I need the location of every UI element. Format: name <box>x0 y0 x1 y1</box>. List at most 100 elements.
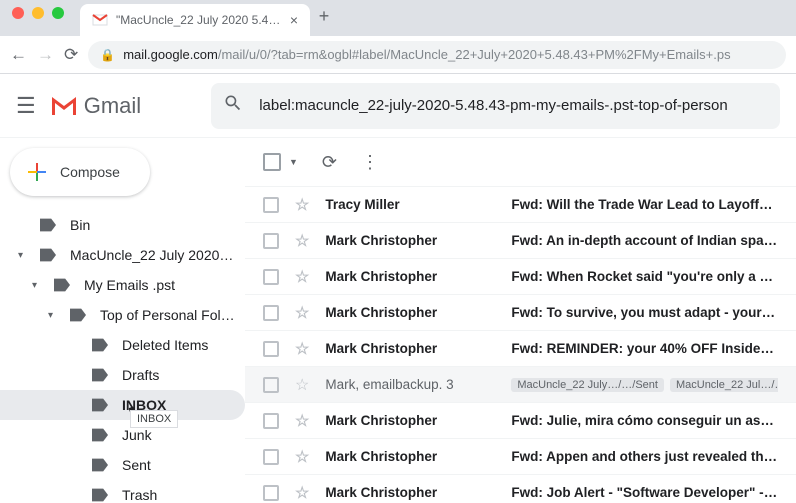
expand-arrow-icon[interactable]: ▾ <box>32 280 42 291</box>
select-dropdown-icon[interactable]: ▼ <box>289 157 298 167</box>
new-tab-button[interactable]: + <box>310 6 338 31</box>
sender: Mark Christopher <box>325 485 495 500</box>
message-row[interactable]: ☆Mark ChristopherFwd: Julie, mira cómo c… <box>245 402 796 438</box>
sidebar-item-label: Deleted Items <box>122 337 245 353</box>
browser-chrome: "MacUncle_22 July 2020 5.48… × + ← → ⟳ 🔒… <box>0 0 796 74</box>
sidebar-item-sent[interactable]: Sent <box>0 450 245 480</box>
sidebar-item-drafts[interactable]: Drafts <box>0 360 245 390</box>
reload-icon[interactable]: ⟳ <box>64 45 78 65</box>
row-checkbox[interactable] <box>263 341 279 357</box>
sidebar-item-top-of-personal-fol-[interactable]: ▾ Top of Personal Fol… <box>0 300 245 330</box>
subject: Fwd: Job Alert - "Software Developer" - … <box>511 485 778 500</box>
sidebar-item-junk[interactable]: Junk <box>0 420 245 450</box>
expand-arrow-icon[interactable]: ▾ <box>18 250 28 261</box>
back-icon[interactable]: ← <box>10 45 27 65</box>
label-icon <box>92 338 110 352</box>
sidebar-item-trash[interactable]: Trash <box>0 480 245 503</box>
subject: Fwd: Julie, mira cómo conseguir un ascen… <box>511 413 778 428</box>
label-icon <box>92 488 110 502</box>
refresh-icon[interactable]: ⟳ <box>322 152 337 173</box>
subject: Fwd: To survive, you must adapt - your s… <box>511 305 778 320</box>
window-maximize-button[interactable] <box>52 7 64 19</box>
star-icon[interactable]: ☆ <box>295 231 309 251</box>
lock-icon: 🔒 <box>100 48 115 62</box>
select-all-checkbox[interactable] <box>263 153 281 171</box>
label-chip[interactable]: MacUncle_22 July…/…/Sent <box>511 378 664 392</box>
more-actions-icon[interactable]: ⋮ <box>361 152 379 173</box>
sidebar-item-label: Bin <box>70 217 245 233</box>
address-bar[interactable]: 🔒 mail.google.com/mail/u/0/?tab=rm&ogbl#… <box>88 41 786 69</box>
sidebar-item-label: My Emails .pst <box>84 277 245 293</box>
message-row[interactable]: ☆ Mark, emailbackup. 3 MacUncle_22 July…/…… <box>245 366 796 402</box>
tooltip: INBOX <box>130 410 178 428</box>
label-icon <box>92 398 110 412</box>
browser-navbar: ← → ⟳ 🔒 mail.google.com/mail/u/0/?tab=rm… <box>0 36 796 74</box>
row-checkbox[interactable] <box>263 269 279 285</box>
star-icon[interactable]: ☆ <box>295 303 309 323</box>
row-checkbox[interactable] <box>263 233 279 249</box>
compose-plus-icon <box>28 163 46 181</box>
row-checkbox[interactable] <box>263 413 279 429</box>
star-icon[interactable]: ☆ <box>295 447 309 467</box>
subject: Fwd: Will the Trade War Lead to Layoffs?… <box>511 197 778 212</box>
browser-tab[interactable]: "MacUncle_22 July 2020 5.48… × <box>80 4 310 36</box>
star-icon[interactable]: ☆ <box>295 195 309 215</box>
titlebar: "MacUncle_22 July 2020 5.48… × + <box>0 0 796 36</box>
sidebar-item-my-emails-pst[interactable]: ▾ My Emails .pst <box>0 270 245 300</box>
sidebar-item-label: Trash <box>122 487 245 503</box>
subject: Fwd: Appen and others just revealed thes… <box>511 449 778 464</box>
sidebar: Compose Bin ▾ MacUncle_22 July 2020… ▾ My Em… <box>0 138 245 503</box>
sidebar-item-deleted-items[interactable]: Deleted Items <box>0 330 245 360</box>
message-row[interactable]: ☆ Mark Christopher Fwd: Job Alert - "Softw… <box>245 474 796 503</box>
star-icon[interactable]: ☆ <box>295 483 309 503</box>
label-chip[interactable]: MacUncle_22 Jul…/…/Tr <box>670 378 778 392</box>
window-minimize-button[interactable] <box>32 7 44 19</box>
tab-title: "MacUncle_22 July 2020 5.48… <box>116 13 282 27</box>
subject: MacUncle_22 July…/…/Sent MacUncle_22 Jul…… <box>511 378 778 392</box>
message-row[interactable]: ☆Mark ChristopherFwd: When Rocket said "… <box>245 258 796 294</box>
message-row[interactable]: ☆Mark ChristopherFwd: An in-depth accoun… <box>245 222 796 258</box>
sidebar-item-inbox[interactable]: INBOX↖INBOX <box>0 390 245 420</box>
main-menu-icon[interactable]: ☰ <box>16 93 36 119</box>
star-icon[interactable]: ☆ <box>295 339 309 359</box>
row-checkbox[interactable] <box>263 485 279 501</box>
message-row[interactable]: ☆Tracy MillerFwd: Will the Trade War Lea… <box>245 186 796 222</box>
gmail-favicon-icon <box>92 12 108 28</box>
sidebar-item-label: MacUncle_22 July 2020… <box>70 247 245 263</box>
subject: Fwd: An in-depth account of Indian space… <box>511 233 778 248</box>
window-controls <box>0 7 76 29</box>
gmail-logo[interactable]: Gmail <box>50 93 141 119</box>
row-checkbox[interactable] <box>263 377 279 393</box>
sidebar-item-macuncle-22-july-2020-[interactable]: ▾ MacUncle_22 July 2020… <box>0 240 245 270</box>
star-icon[interactable]: ☆ <box>295 411 309 431</box>
sender: Mark, emailbackup. 3 <box>325 377 495 392</box>
sidebar-item-label: Drafts <box>122 367 245 383</box>
tab-close-icon[interactable]: × <box>290 12 298 28</box>
label-icon <box>92 458 110 472</box>
row-checkbox[interactable] <box>263 305 279 321</box>
row-checkbox[interactable] <box>263 197 279 213</box>
row-checkbox[interactable] <box>263 449 279 465</box>
gmail-brand-text: Gmail <box>84 93 141 119</box>
compose-button[interactable]: Compose <box>10 148 150 196</box>
search-icon[interactable] <box>223 93 243 118</box>
sidebar-item-bin[interactable]: Bin <box>0 210 245 240</box>
url-text: mail.google.com/mail/u/0/?tab=rm&ogbl#la… <box>123 47 730 62</box>
sidebar-item-label: Top of Personal Fol… <box>100 307 245 323</box>
message-row[interactable]: ☆Mark ChristopherFwd: To survive, you mu… <box>245 294 796 330</box>
message-toolbar: ▼ ⟳ ⋮ <box>245 138 796 186</box>
sender: Mark Christopher <box>325 449 495 464</box>
search-input[interactable] <box>257 96 768 115</box>
search-bar[interactable] <box>211 83 780 129</box>
label-icon <box>54 278 72 292</box>
expand-arrow-icon[interactable]: ▾ <box>48 310 58 321</box>
message-row[interactable]: ☆Mark ChristopherFwd: REMINDER: your 40%… <box>245 330 796 366</box>
window-close-button[interactable] <box>12 7 24 19</box>
message-row[interactable]: ☆ Mark Christopher Fwd: Appen and others j… <box>245 438 796 474</box>
message-list: ▼ ⟳ ⋮ ☆Tracy MillerFwd: Will the Trade W… <box>245 138 796 503</box>
subject: Fwd: REMINDER: your 40% OFF Insider Pro … <box>511 341 778 356</box>
forward-icon[interactable]: → <box>37 45 54 65</box>
star-icon[interactable]: ☆ <box>295 267 309 287</box>
gmail-app: ☰ Gmail Compose Bin ▾ MacUncle_22 July 202… <box>0 74 796 503</box>
star-icon[interactable]: ☆ <box>295 375 309 395</box>
